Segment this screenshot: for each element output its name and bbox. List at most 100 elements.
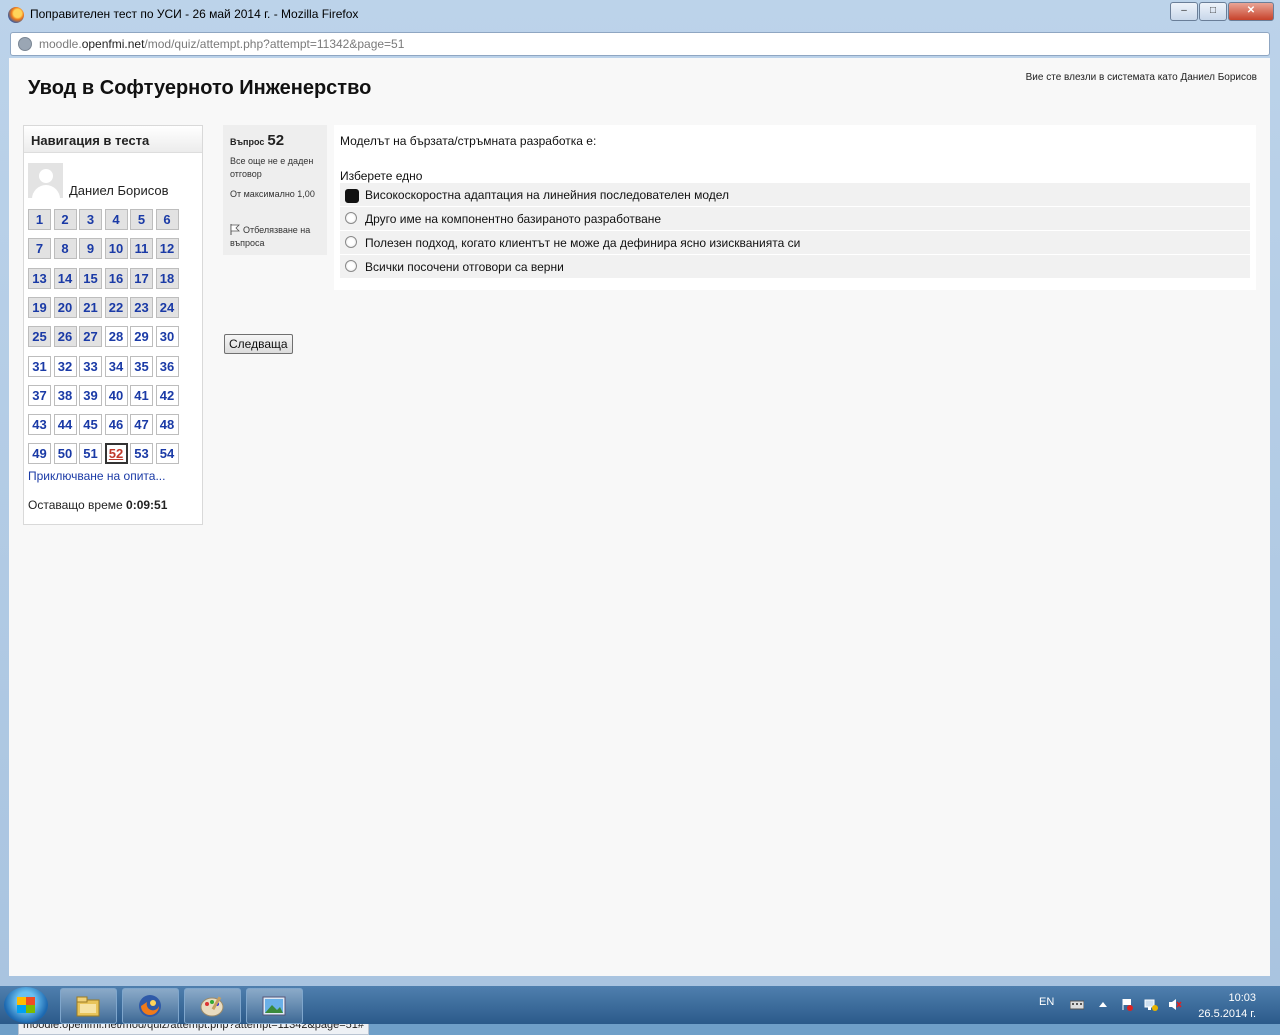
answer-radio[interactable] xyxy=(345,236,357,248)
question-nav-button[interactable]: 31 xyxy=(28,355,51,377)
address-url[interactable]: moodle.openfmi.net/mod/quiz/attempt.php?… xyxy=(39,37,404,51)
question-nav-button[interactable]: 42 xyxy=(155,384,179,406)
time-remaining: Оставащо време 0:09:51 xyxy=(28,498,167,512)
answer-option-label[interactable]: Всички посочени отговори са верни xyxy=(365,260,564,274)
answer-option[interactable]: Друго име на компонентно базираното разр… xyxy=(340,207,1250,230)
question-nav-button[interactable]: 53 xyxy=(130,443,153,465)
taskbar-explorer[interactable] xyxy=(60,988,117,1024)
start-button[interactable] xyxy=(4,987,48,1023)
network-icon[interactable] xyxy=(1144,998,1158,1011)
answer-option[interactable]: Високоскоростна адаптация на линейния по… xyxy=(340,183,1250,206)
question-nav-button[interactable]: 8 xyxy=(53,238,77,260)
timer-value: 0:09:51 xyxy=(126,498,168,512)
question-nav-button[interactable]: 14 xyxy=(53,267,77,289)
answer-option-label[interactable]: Високоскоростна адаптация на линейния по… xyxy=(365,188,729,202)
answer-options: Високоскоростна адаптация на линейния по… xyxy=(340,183,1250,279)
system-clock[interactable]: 10:03 26.5.2014 г. xyxy=(1198,990,1256,1022)
taskbar-paint[interactable] xyxy=(184,988,241,1024)
question-nav-button[interactable]: 45 xyxy=(79,414,102,436)
question-nav-button[interactable]: 28 xyxy=(104,326,128,348)
question-number: Въпрос 52 xyxy=(230,132,284,149)
maximize-button[interactable]: □ xyxy=(1199,2,1227,21)
question-nav-button[interactable]: 33 xyxy=(79,355,102,377)
question-nav-button[interactable]: 1 xyxy=(28,209,51,230)
question-nav-button[interactable]: 54 xyxy=(155,443,179,465)
answer-option-label[interactable]: Друго име на компонентно базираното разр… xyxy=(365,212,661,226)
question-nav-button[interactable]: 41 xyxy=(130,384,153,406)
question-nav-button[interactable]: 52 xyxy=(104,443,128,465)
question-nav-button[interactable]: 47 xyxy=(130,414,153,436)
question-nav-button[interactable]: 7 xyxy=(28,238,51,260)
flag-icon xyxy=(230,224,240,235)
url-host: openfmi.net xyxy=(81,37,145,51)
answer-option[interactable]: Всички посочени отговори са верни xyxy=(340,255,1250,278)
question-nav-button[interactable]: 22 xyxy=(104,296,128,318)
question-nav-button[interactable]: 2 xyxy=(53,209,77,230)
question-nav-button[interactable]: 34 xyxy=(104,355,128,377)
next-page-button[interactable]: Следваща xyxy=(224,334,293,354)
question-nav-button[interactable]: 24 xyxy=(155,296,179,318)
answer-option[interactable]: Полезен подход, когато клиентът не може … xyxy=(340,231,1250,254)
question-nav-button[interactable]: 35 xyxy=(130,355,153,377)
action-center-icon[interactable] xyxy=(1120,998,1134,1011)
question-nav-button[interactable]: 19 xyxy=(28,296,51,318)
minimize-button[interactable]: – xyxy=(1170,2,1198,21)
answer-radio[interactable] xyxy=(345,260,357,272)
question-nav-button[interactable]: 40 xyxy=(104,384,128,406)
question-nav-button[interactable]: 13 xyxy=(28,267,51,289)
question-nav-button[interactable]: 25 xyxy=(28,326,51,348)
site-identity-icon[interactable] xyxy=(18,37,32,51)
flag-label: Отбелязване на въпроса xyxy=(230,225,311,248)
question-nav-button[interactable]: 32 xyxy=(53,355,77,377)
volume-muted-icon[interactable] xyxy=(1168,998,1182,1011)
question-nav-button[interactable]: 49 xyxy=(28,443,51,465)
question-nav-button[interactable]: 12 xyxy=(155,238,179,260)
taskbar-photo-viewer[interactable] xyxy=(246,988,303,1024)
question-nav-button[interactable]: 9 xyxy=(79,238,102,260)
question-nav-button[interactable]: 20 xyxy=(53,296,77,318)
finish-attempt-link[interactable]: Приключване на опита... xyxy=(28,469,165,483)
question-label: Въпрос xyxy=(230,137,265,147)
question-nav-button[interactable]: 21 xyxy=(79,296,102,318)
quiz-navigation-block: Навигация в теста Даниел Борисов 1234567… xyxy=(23,125,203,525)
question-nav-button[interactable]: 46 xyxy=(104,414,128,436)
question-nav-button[interactable]: 48 xyxy=(155,414,179,436)
close-button[interactable]: ✕ xyxy=(1228,2,1274,21)
question-nav-button[interactable]: 43 xyxy=(28,414,51,436)
question-nav-button[interactable]: 10 xyxy=(104,238,128,260)
question-text: Моделът на бързата/стръмната разработка … xyxy=(340,134,597,148)
question-nav-button[interactable]: 44 xyxy=(53,414,77,436)
question-nav-button[interactable]: 17 xyxy=(130,267,153,289)
course-title: Увод в Софтуерното Инженерство xyxy=(28,77,372,99)
question-nav-button[interactable]: 6 xyxy=(155,209,179,230)
question-nav-button[interactable]: 37 xyxy=(28,384,51,406)
question-nav-button[interactable]: 51 xyxy=(79,443,102,465)
answer-option-label[interactable]: Полезен подход, когато клиентът не може … xyxy=(365,236,800,250)
flag-question-toggle[interactable]: Отбелязване на въпроса xyxy=(230,222,325,250)
keyboard-icon[interactable] xyxy=(1070,998,1084,1011)
language-indicator[interactable]: EN xyxy=(1039,996,1054,1008)
taskbar-firefox[interactable] xyxy=(122,988,179,1024)
question-nav-button[interactable]: 18 xyxy=(155,267,179,289)
question-nav-button[interactable]: 23 xyxy=(130,296,153,318)
question-nav-button[interactable]: 30 xyxy=(155,326,179,348)
question-nav-button[interactable]: 39 xyxy=(79,384,102,406)
question-nav-button[interactable]: 38 xyxy=(53,384,77,406)
question-nav-button[interactable]: 3 xyxy=(79,209,102,230)
question-nav-button[interactable]: 50 xyxy=(53,443,77,465)
question-nav-button[interactable]: 29 xyxy=(130,326,153,348)
show-hidden-icons-icon[interactable] xyxy=(1096,998,1110,1011)
taskbar: EN 10:03 26.5.2014 г. xyxy=(0,986,1280,1024)
title-bar: Поправителен тест по УСИ - 26 май 2014 г… xyxy=(0,0,1280,30)
question-nav-button[interactable]: 15 xyxy=(79,267,102,289)
question-nav-button[interactable]: 26 xyxy=(53,326,77,348)
question-nav-button[interactable]: 5 xyxy=(130,209,153,230)
question-nav-button[interactable]: 4 xyxy=(104,209,128,230)
question-nav-button[interactable]: 11 xyxy=(130,238,153,260)
question-nav-button[interactable]: 27 xyxy=(79,326,102,348)
answer-radio[interactable] xyxy=(345,189,359,203)
question-nav-button[interactable]: 16 xyxy=(104,267,128,289)
question-nav-button[interactable]: 36 xyxy=(155,355,179,377)
address-bar[interactable]: moodle.openfmi.net/mod/quiz/attempt.php?… xyxy=(10,32,1270,56)
answer-radio[interactable] xyxy=(345,212,357,224)
